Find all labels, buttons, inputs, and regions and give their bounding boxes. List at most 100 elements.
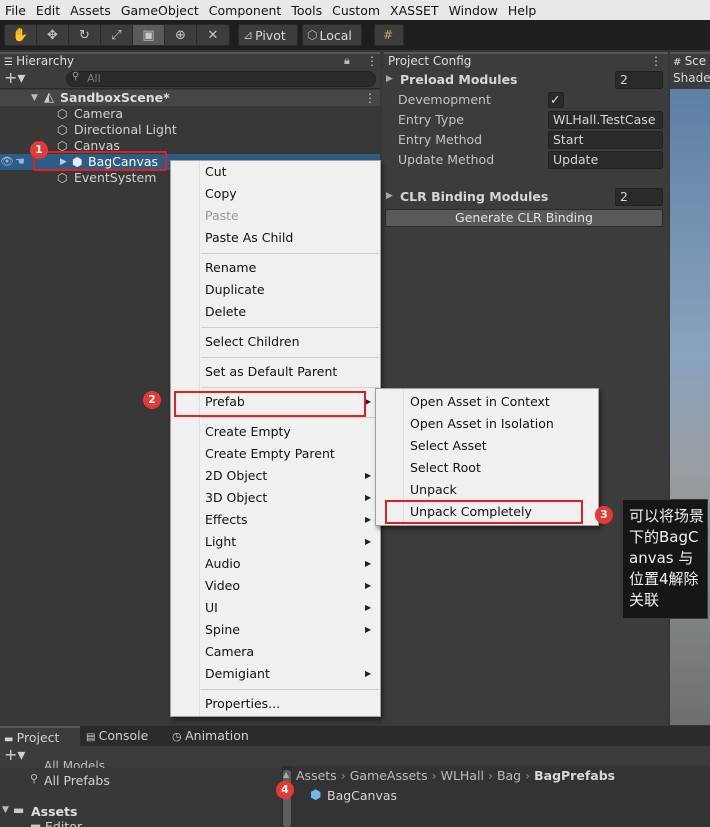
scene-row[interactable]: ▼ ◭ SandboxScene* ⋮: [0, 90, 380, 106]
menu-component[interactable]: Component: [204, 3, 287, 18]
scene-tab-label: # Sce: [673, 54, 706, 68]
project-config-tab[interactable]: Project Config ⋮: [384, 52, 668, 69]
tab-console[interactable]: ▤ Console: [86, 726, 148, 746]
pickable-hand-icon[interactable]: ☚: [15, 154, 25, 170]
tree-item[interactable]: Editor: [45, 821, 82, 827]
menu-item-label: Copy: [205, 186, 237, 201]
menu-help[interactable]: Help: [503, 3, 542, 18]
menu-gameobject[interactable]: GameObject: [116, 3, 204, 18]
breadcrumb-item[interactable]: Assets: [296, 768, 337, 783]
generate-clr-binding-button[interactable]: Generate CLR Binding: [385, 209, 663, 227]
foldout-arrow-icon[interactable]: ▶: [386, 74, 393, 84]
breadcrumb-item[interactable]: GameAssets: [350, 768, 428, 783]
menu-item-label: Duplicate: [205, 282, 265, 297]
chevron-right-icon: ›: [525, 768, 531, 783]
menu-custom[interactable]: Custom: [327, 3, 385, 18]
menu-item-label: UI: [205, 600, 218, 615]
add-icon[interactable]: +▾: [4, 746, 25, 764]
menu-item-label: Delete: [205, 304, 247, 319]
project-icon: ▬: [4, 734, 17, 745]
search-icon: ⚲: [30, 772, 39, 785]
expand-arrow-icon[interactable]: ▼: [2, 805, 9, 815]
menu-edit[interactable]: Edit: [31, 3, 65, 18]
scene-menu-icon[interactable]: ⋮: [364, 90, 376, 106]
submenu-arrow-icon: ▶: [365, 625, 372, 634]
breadcrumb-item[interactable]: Bag: [497, 768, 521, 783]
local-toggle[interactable]: ⬡ Local: [302, 24, 362, 46]
step-badge-2: 2: [143, 391, 161, 409]
scroll-up-icon[interactable]: ▲: [283, 770, 289, 779]
unity-scene-icon: ◭: [44, 90, 54, 105]
entry-method-label: Entry Method: [398, 132, 483, 147]
development-checkbox[interactable]: ✓: [548, 92, 564, 108]
grid-icon: #: [382, 28, 394, 42]
menu-item-label: Camera: [205, 644, 255, 659]
menu-xasset[interactable]: XASSET: [385, 3, 444, 18]
foldout-arrow-icon[interactable]: ▶: [386, 191, 393, 201]
breadcrumb-item[interactable]: WLHall: [441, 768, 484, 783]
project-config-title: Project Config: [388, 54, 472, 68]
scene-tab-text: Sce: [684, 54, 707, 68]
menu-gutter: [199, 161, 200, 716]
tab-animation[interactable]: ◷ Animation: [172, 726, 249, 746]
transform-tool-icon[interactable]: ⊕: [165, 25, 197, 45]
submenu-arrow-icon: ▶: [365, 581, 372, 590]
submenu-arrow-icon: ▶: [365, 493, 372, 502]
shading-mode-dropdown[interactable]: Shade: [673, 71, 710, 85]
update-method-field[interactable]: Update: [548, 151, 663, 169]
hand-tool-icon[interactable]: ✋: [5, 25, 37, 45]
menu-item-label: Video: [205, 578, 241, 593]
hierarchy-item[interactable]: ⬡ Camera: [0, 106, 380, 122]
tree-item[interactable]: All Prefabs: [44, 773, 110, 788]
asset-item[interactable]: BagCanvas: [327, 788, 397, 803]
preload-modules-count[interactable]: 2: [615, 71, 663, 89]
menu-bar: File Edit Assets GameObject Component To…: [0, 0, 710, 20]
menu-separator: [201, 327, 379, 328]
transform-tools: ✋ ✥ ↻ ⤢ ▣ ⊕ ✕: [4, 24, 230, 46]
rect-tool-icon[interactable]: ▣: [133, 25, 165, 45]
clr-binding-count[interactable]: 2: [615, 188, 663, 206]
submenu-arrow-icon: ▶: [365, 471, 372, 480]
search-icon: ⚲: [72, 71, 80, 82]
list-icon: ☰: [4, 57, 17, 68]
more-options-icon[interactable]: ⋮: [366, 54, 378, 68]
lock-icon[interactable]: 🔒︎: [344, 54, 350, 68]
menu-window[interactable]: Window: [444, 3, 503, 18]
menu-item-label: Cut: [205, 164, 227, 179]
chevron-right-icon: ›: [340, 768, 346, 783]
hierarchy-search-input[interactable]: ⚲ All: [66, 71, 376, 87]
breadcrumb-item[interactable]: BagPrefabs: [534, 768, 615, 783]
scene-tab[interactable]: # Sce: [670, 52, 710, 69]
custom-tool-icon[interactable]: ✕: [197, 25, 229, 45]
tab-console-label: Console: [98, 728, 149, 743]
step-badge-1: 1: [30, 141, 48, 159]
hierarchy-item[interactable]: ⬡ Directional Light: [0, 122, 380, 138]
grid-snap-button[interactable]: #: [374, 24, 404, 46]
menu-item-label: Create Empty: [205, 424, 291, 439]
menu-item-label: Audio: [205, 556, 241, 571]
tab-animation-label: Animation: [185, 728, 249, 743]
pivot-toggle[interactable]: ⊿ Pivot: [238, 24, 298, 46]
visibility-eye-icon[interactable]: 👁︎: [0, 154, 14, 170]
local-cube-icon: ⬡: [307, 28, 318, 42]
scale-tool-icon[interactable]: ⤢: [101, 25, 133, 45]
more-options-icon[interactable]: ⋮: [650, 54, 662, 68]
hierarchy-tab[interactable]: ☰ Hierarchy 🔒︎ ⋮: [0, 52, 380, 69]
tree-item[interactable]: Assets: [31, 804, 77, 819]
menu-separator: [201, 417, 379, 418]
tab-project[interactable]: ▬ Project: [0, 726, 80, 746]
scene-view[interactable]: [670, 89, 710, 725]
entry-type-field[interactable]: WLHall.TestCase: [548, 111, 663, 129]
rotate-tool-icon[interactable]: ↻: [69, 25, 101, 45]
expand-arrow-icon[interactable]: ▼: [31, 90, 38, 106]
menu-tools[interactable]: Tools: [286, 3, 327, 18]
menu-file[interactable]: File: [0, 3, 31, 18]
gameobject-icon: ⬡: [57, 123, 68, 137]
animation-icon: ◷: [172, 730, 186, 743]
entry-method-field[interactable]: Start: [548, 131, 663, 149]
item-label: Camera: [74, 106, 124, 121]
add-icon[interactable]: +▾: [4, 69, 25, 87]
tree-item[interactable]: All Models: [44, 760, 105, 768]
move-tool-icon[interactable]: ✥: [37, 25, 69, 45]
menu-assets[interactable]: Assets: [65, 3, 116, 18]
